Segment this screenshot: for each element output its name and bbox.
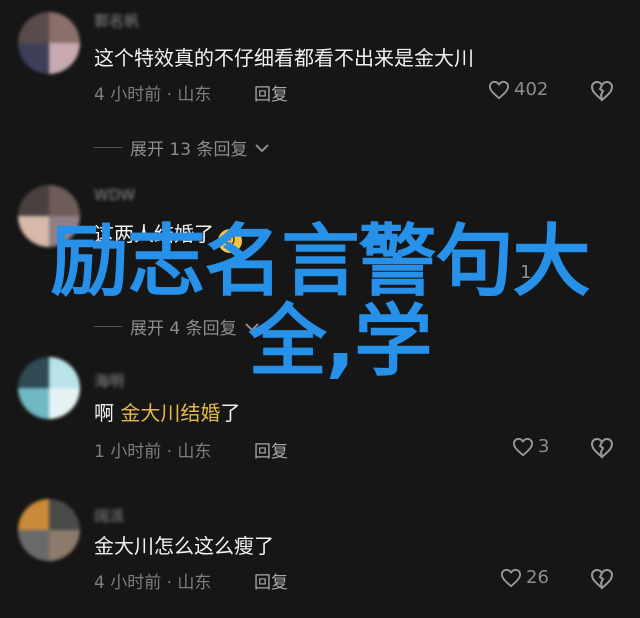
comment-text: 啊 金大川结婚了 [94, 397, 240, 426]
divider [94, 147, 122, 148]
expand-replies-button[interactable]: 展开 4 条回复 [94, 314, 259, 339]
chevron-down-icon [255, 143, 270, 152]
comment-text-prefix: 啊 [94, 401, 114, 425]
like-count: 1 [520, 262, 532, 283]
comment-meta: 4 小时前 · 山东 [94, 85, 212, 105]
reply-button[interactable]: 回复 [254, 437, 288, 462]
comment-text: 这两人结婚了 ʘ [94, 218, 242, 253]
like-count: 402 [514, 79, 549, 100]
like-button[interactable]: 26 [500, 567, 549, 588]
comment-text-content: 这两人结婚了 [94, 222, 214, 246]
username[interactable]: 海明 [94, 370, 124, 391]
like-button[interactable]: 3 [512, 436, 549, 457]
heart-outline-icon [512, 437, 534, 456]
avatar[interactable] [18, 357, 80, 419]
expand-replies-button[interactable]: 展开 13 条回复 [94, 135, 270, 160]
like-count: 26 [526, 567, 549, 588]
username[interactable]: WDW [94, 186, 135, 204]
avatar[interactable] [18, 185, 80, 247]
divider [94, 326, 122, 327]
mention-link[interactable]: 金大川结婚 [120, 401, 220, 425]
heart-outline-icon [500, 568, 522, 587]
reply-button[interactable]: 回复 [254, 80, 288, 105]
avatar[interactable] [18, 12, 80, 74]
username[interactable]: 阔派 [94, 505, 124, 526]
reply-button[interactable]: 回复 [254, 568, 288, 593]
expand-label: 展开 4 条回复 [130, 319, 237, 339]
comment-text: 这个特效真的不仔细看都看不出来是金大川 [94, 46, 474, 70]
username[interactable]: 郭名帆 [94, 10, 139, 31]
heart-outline-icon [488, 80, 510, 99]
broken-heart-icon[interactable] [590, 80, 614, 102]
surprised-emoji-icon: ʘ [218, 229, 242, 253]
expand-label: 展开 13 条回复 [130, 140, 248, 160]
chevron-down-icon [244, 322, 259, 331]
comment-text-suffix: 了 [220, 401, 241, 425]
comment-meta: 4 小时前 · 山东 [94, 573, 212, 593]
like-count: 3 [538, 436, 550, 457]
like-button[interactable]: 402 [488, 79, 548, 100]
comment-text: 金大川怎么这么瘦了 [94, 534, 274, 558]
like-button[interactable]: 1 [520, 262, 531, 283]
avatar[interactable] [18, 499, 80, 561]
comment-meta: 1 小时前 · 山东 [94, 442, 212, 462]
broken-heart-icon[interactable] [590, 437, 614, 459]
broken-heart-icon[interactable] [590, 568, 614, 590]
